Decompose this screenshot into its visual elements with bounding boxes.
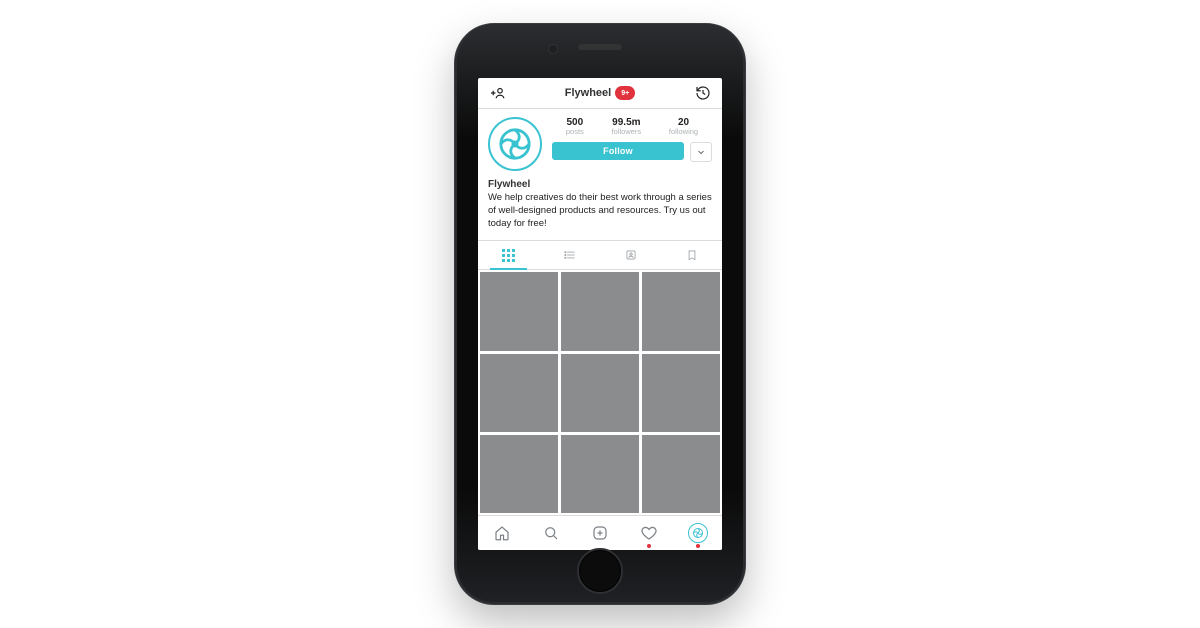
- post-thumbnail[interactable]: [642, 354, 720, 432]
- post-thumbnail[interactable]: [480, 435, 558, 513]
- post-thumbnail[interactable]: [561, 354, 639, 432]
- nav-activity[interactable]: [637, 521, 661, 545]
- pinwheel-logo-icon: [498, 127, 532, 161]
- top-nav-bar: Flywheel 9+: [478, 78, 722, 109]
- post-thumbnail[interactable]: [480, 272, 558, 350]
- posts-label: posts: [566, 128, 584, 136]
- bookmark-icon: [685, 248, 699, 262]
- front-camera: [548, 44, 558, 54]
- profile-alert-dot: [696, 544, 700, 548]
- profile-display-name: Flywheel: [488, 179, 712, 190]
- add-user-icon: [488, 84, 506, 102]
- profile-header: 500 posts 99.5m followers 20 following: [478, 109, 722, 241]
- profile-avatar[interactable]: [488, 117, 542, 171]
- stat-following[interactable]: 20 following: [669, 117, 698, 136]
- tab-grid[interactable]: [478, 241, 539, 269]
- notification-count-badge[interactable]: 9+: [615, 86, 635, 100]
- phone-device-frame: Flywheel 9+: [454, 23, 746, 605]
- phone-home-button[interactable]: [577, 548, 623, 594]
- tab-list[interactable]: [539, 241, 600, 269]
- stat-posts[interactable]: 500 posts: [566, 117, 584, 136]
- chevron-down-icon: [695, 146, 707, 158]
- history-icon: [694, 84, 712, 102]
- history-button[interactable]: [692, 82, 714, 104]
- profile-bio-section: Flywheel We help creatives do their best…: [488, 179, 712, 230]
- following-label: following: [669, 128, 698, 136]
- nav-profile[interactable]: [686, 521, 710, 545]
- suggestions-toggle-button[interactable]: [690, 142, 712, 162]
- add-post-icon: [591, 524, 609, 542]
- nav-add-post[interactable]: [588, 521, 612, 545]
- post-grid: [478, 270, 722, 515]
- activity-alert-dot: [647, 544, 651, 548]
- list-icon: [563, 248, 577, 262]
- post-thumbnail[interactable]: [480, 354, 558, 432]
- page-title: Flywheel: [565, 87, 611, 99]
- add-friend-button[interactable]: [486, 82, 508, 104]
- post-thumbnail[interactable]: [642, 435, 720, 513]
- portrait-icon: [624, 248, 638, 262]
- post-thumbnail[interactable]: [642, 272, 720, 350]
- profile-stats-row: 500 posts 99.5m followers 20 following: [552, 117, 712, 136]
- stat-followers[interactable]: 99.5m followers: [612, 117, 642, 136]
- follow-button[interactable]: Follow: [552, 142, 684, 160]
- phone-speaker: [578, 44, 622, 50]
- grid-icon: [502, 249, 515, 262]
- search-icon: [542, 524, 560, 542]
- profile-bio-text: We help creatives do their best work thr…: [488, 192, 712, 230]
- home-icon: [493, 524, 511, 542]
- profile-avatar-icon: [688, 523, 708, 543]
- tab-saved[interactable]: [661, 241, 722, 269]
- nav-home[interactable]: [490, 521, 514, 545]
- bottom-nav-bar: [478, 515, 722, 550]
- app-screen: Flywheel 9+: [478, 78, 722, 550]
- post-thumbnail[interactable]: [561, 272, 639, 350]
- view-mode-tabs: [478, 241, 722, 270]
- heart-icon: [640, 524, 658, 542]
- nav-search[interactable]: [539, 521, 563, 545]
- tab-tagged[interactable]: [600, 241, 661, 269]
- followers-label: followers: [612, 128, 642, 136]
- post-thumbnail[interactable]: [561, 435, 639, 513]
